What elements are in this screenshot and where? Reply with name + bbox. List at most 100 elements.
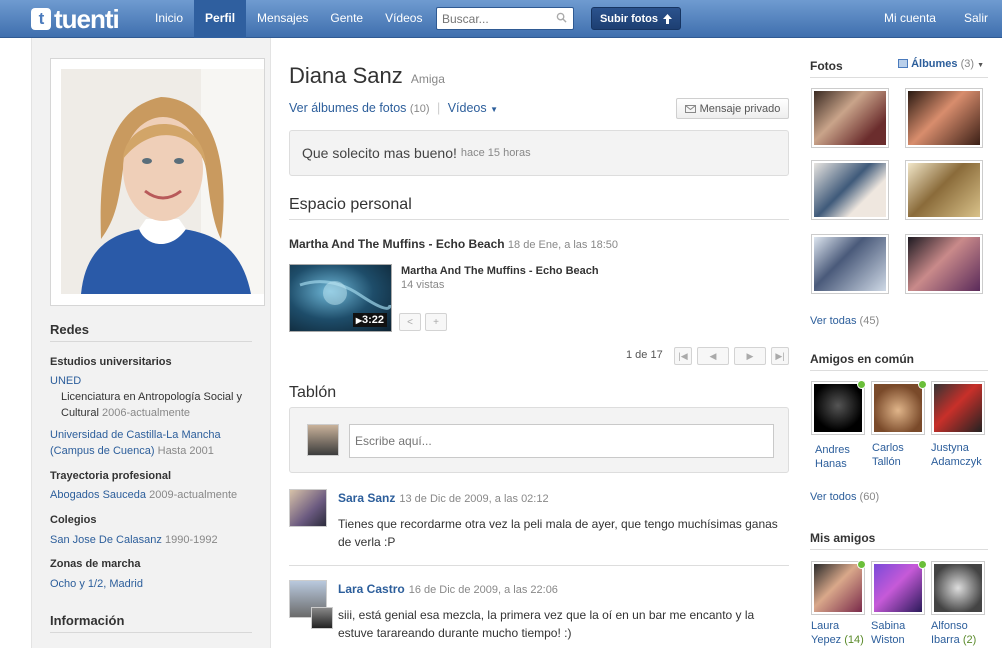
video-duration: ▶3:22 — [352, 313, 387, 327]
wall-post-input[interactable] — [349, 424, 774, 458]
comment-text: siii, está genial esa mezcla, la primera… — [338, 608, 755, 640]
profile-photo[interactable] — [61, 69, 264, 294]
nav-perfil[interactable]: Perfil — [194, 0, 247, 38]
private-message-button[interactable]: Mensaje privado — [676, 98, 789, 119]
friend-name[interactable]: Alfonso Ibarra (2) — [931, 619, 995, 647]
photo-thumb[interactable] — [905, 160, 983, 220]
comment-avatar-sara[interactable] — [289, 489, 327, 527]
info-title: Información — [50, 613, 125, 628]
photo-thumb[interactable] — [811, 160, 889, 220]
wall-post-box — [289, 407, 789, 473]
chevron-down-icon: ▼ — [977, 62, 985, 69]
career-years: 2009-actualmente — [149, 489, 238, 501]
pager-text: 1 de 17 — [626, 349, 663, 361]
entry-title: Martha And The Muffins - Echo Beach — [289, 237, 505, 251]
next-page-button[interactable]: ▶ — [734, 347, 766, 365]
tuenti-logo[interactable]: t tuenti — [31, 3, 120, 34]
nav-gente[interactable]: Gente — [319, 0, 374, 38]
comment-avatar-small[interactable] — [311, 607, 333, 629]
friend-avatar[interactable] — [811, 381, 865, 435]
divider — [289, 565, 789, 566]
photo-thumb[interactable] — [811, 88, 889, 148]
friend-count: (14) — [844, 634, 864, 646]
duration-text: 3:22 — [361, 314, 384, 326]
friend-name[interactable]: Carlos Tallón — [872, 441, 930, 469]
friend-avatar[interactable] — [931, 381, 985, 435]
divider — [289, 219, 789, 220]
photo-thumb[interactable] — [905, 234, 983, 294]
zone-link-2[interactable]: Madrid — [109, 578, 143, 590]
see-all-photos-count: (45) — [859, 315, 880, 327]
divider: | — [436, 101, 441, 115]
photo-thumb[interactable] — [811, 234, 889, 294]
friend-last-name: Ibarra — [931, 634, 960, 646]
photos-title: Fotos — [810, 59, 843, 73]
friend-name[interactable]: Sabina Wiston — [871, 619, 929, 647]
nav-videos[interactable]: Vídeos — [374, 0, 433, 38]
degree-years: 2006-actualmente — [101, 407, 191, 419]
see-all-friends-count: (60) — [859, 491, 880, 503]
online-indicator — [857, 380, 866, 389]
video-title[interactable]: Martha And The Muffins - Echo Beach — [401, 265, 599, 277]
wall-title: Tablón — [289, 384, 337, 401]
logout-link[interactable]: Salir — [950, 0, 1002, 38]
profile-portrait-image — [61, 69, 264, 294]
profile-photo-frame — [50, 58, 265, 306]
videos-dropdown[interactable]: Vídeos ▼ — [448, 101, 498, 115]
albums-link[interactable]: Ver álbumes de fotos — [289, 101, 406, 115]
profile-name: Diana Sanz Amiga — [289, 63, 445, 89]
nav-mensajes[interactable]: Mensajes — [246, 0, 319, 38]
university-uned-link[interactable]: UNED — [50, 373, 255, 389]
logo-text: tuenti — [54, 3, 120, 34]
comment-author-link[interactable]: Lara Castro — [338, 582, 405, 596]
last-page-button[interactable]: ▶| — [771, 347, 789, 365]
nav-inicio[interactable]: Inicio — [144, 0, 194, 38]
friend-last-name: Adamczyk — [931, 456, 982, 468]
friend-avatar[interactable] — [931, 561, 985, 615]
albums-count: (10) — [409, 103, 430, 115]
upload-photos-button[interactable]: Subir fotos — [591, 7, 681, 30]
university-label: Estudios universitarios — [50, 356, 172, 368]
divider — [50, 341, 252, 342]
zone-link-1[interactable]: Ocho y 1/2 — [50, 578, 103, 590]
career-link[interactable]: Abogados Sauceda — [50, 489, 146, 501]
comment-text: Tienes que recordarme otra vez la peli m… — [338, 517, 778, 549]
albums-dropdown-count: (3) — [960, 58, 975, 70]
divider — [810, 370, 988, 371]
search-icon[interactable] — [556, 12, 567, 23]
albums-dropdown[interactable]: Álbumes (3) ▼ — [898, 58, 984, 70]
friend-last-name: Yepez — [811, 634, 842, 646]
profile-links: Ver álbumes de fotos (10) | Vídeos ▼ — [289, 101, 498, 115]
photo-thumb[interactable] — [905, 88, 983, 148]
video-thumbnail[interactable]: ▶3:22 — [289, 264, 392, 332]
friend-avatar[interactable] — [871, 561, 925, 615]
friend-last-name: Tallón — [872, 456, 901, 468]
friend-name[interactable]: Andres Hanas — [815, 443, 873, 471]
friend-name[interactable]: Justyna Adamczyk — [931, 441, 995, 469]
networks-title: Redes — [50, 322, 90, 337]
friend-name[interactable]: Laura Yepez (14) — [811, 619, 871, 647]
school-link[interactable]: San Jose De Calasanz — [50, 534, 162, 546]
prev-page-button[interactable]: ◀ — [697, 347, 729, 365]
friend-avatar[interactable] — [871, 381, 925, 435]
search-input[interactable] — [437, 8, 547, 29]
see-all-photos-label: Ver todas — [810, 315, 857, 327]
school-years: 1990-1992 — [164, 534, 218, 546]
see-all-friends[interactable]: Ver todos (60) — [810, 491, 879, 503]
friend-avatar[interactable] — [811, 561, 865, 615]
friend-count: (2) — [962, 634, 977, 646]
share-button[interactable]: < — [399, 313, 421, 331]
top-navigation-bar: t tuenti Inicio Perfil Mensajes Gente Ví… — [0, 0, 1002, 38]
see-all-photos[interactable]: Ver todas (45) — [810, 315, 879, 327]
career-1: Abogados Sauceda 2009-actualmente — [50, 487, 255, 503]
first-page-icon: |◀ — [678, 350, 688, 361]
add-button[interactable]: + — [425, 313, 447, 331]
first-page-button[interactable]: |◀ — [674, 347, 692, 365]
comment-author-link[interactable]: Sara Sanz — [338, 491, 395, 505]
career-label: Trayectoria profesional — [50, 470, 172, 482]
zones: Ocho y 1/2, Madrid — [50, 576, 255, 592]
chevron-down-icon: ▼ — [490, 105, 499, 114]
see-all-friends-label: Ver todos — [810, 491, 857, 503]
my-account-link[interactable]: Mi cuenta — [870, 0, 950, 38]
online-indicator — [918, 380, 927, 389]
